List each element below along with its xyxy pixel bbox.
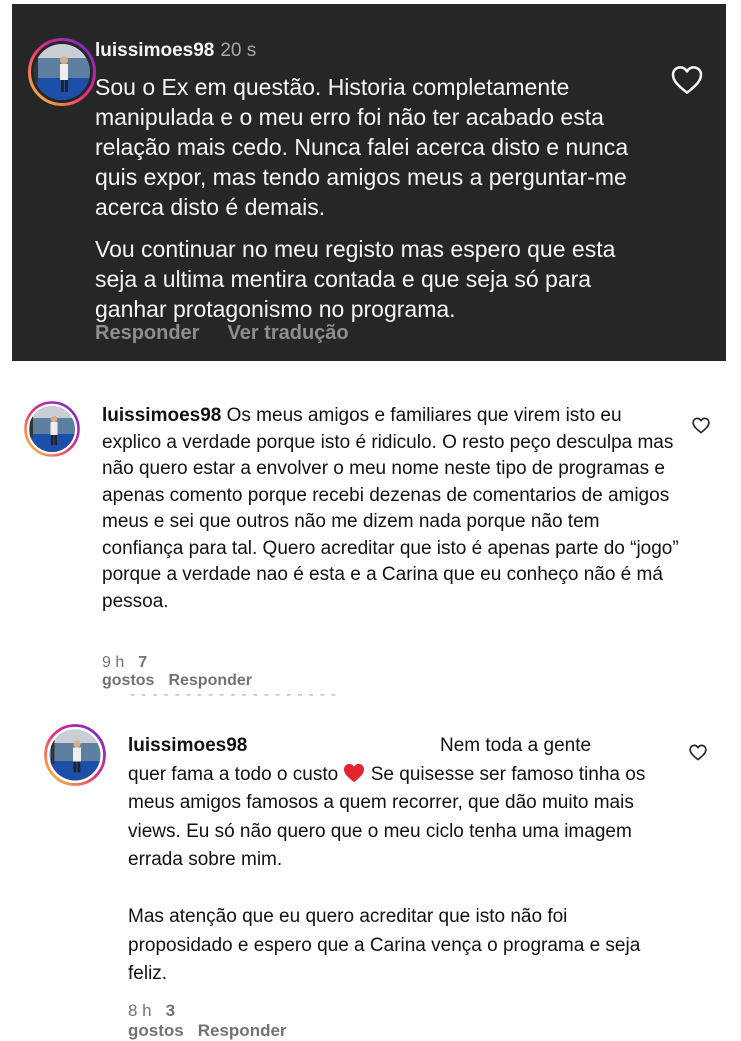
avatar[interactable]	[44, 724, 106, 786]
comment-meta: 9 h7 gostos Responder	[102, 654, 266, 690]
timestamp: 9 h	[102, 654, 125, 671]
see-translation-button[interactable]: Ver tradução	[227, 322, 348, 344]
comment-meta: 8 h3 gostos Responder	[128, 1001, 301, 1041]
username[interactable]: luissimoes98	[102, 405, 221, 426]
comment-text: Sou o Ex em questão. Historia completame…	[95, 72, 655, 336]
comment-actions: Responder Ver tradução	[95, 322, 377, 345]
username[interactable]: luissimoes98	[128, 735, 247, 756]
highlighted-comment: luissimoes98 20 s Sou o Ex em questão. Hi…	[12, 4, 726, 361]
comment-text-segment: quer fama a todo o custo	[128, 763, 339, 785]
heart-emoji-icon	[343, 763, 365, 783]
timestamp: 20 s	[220, 40, 257, 61]
heart-outline-icon[interactable]	[671, 65, 703, 95]
comment-text: quer fama a todo o custo Se quisesse ser…	[128, 761, 673, 875]
reply-button[interactable]: Responder	[168, 672, 252, 689]
comment-paragraph: Sou o Ex em questão. Historia completame…	[95, 74, 629, 220]
heart-outline-icon[interactable]	[689, 744, 707, 761]
comment-body: luissimoes98 Os meus amigos e familiares…	[102, 403, 682, 615]
avatar[interactable]	[28, 38, 96, 106]
cropped-text-remnant: - - - - - - - - - - - - - - - - - - -	[130, 688, 337, 698]
heart-outline-icon[interactable]	[692, 417, 710, 434]
timestamp: 8 h	[128, 1001, 152, 1020]
avatar[interactable]	[24, 401, 80, 457]
comment-text: Os meus amigos e familiares que virem is…	[102, 405, 679, 612]
reply-button[interactable]: Responder	[95, 322, 199, 344]
comment-body: luissimoes98 Nem toda a gente quer fama …	[128, 732, 673, 989]
comment-paragraph: Mas atenção que eu quero acreditar que i…	[128, 906, 641, 984]
comment-header: luissimoes98 20 s	[95, 40, 256, 62]
comment-text: Nem toda a gente	[440, 735, 592, 756]
username[interactable]: luissimoes98	[95, 40, 214, 61]
comment-first-line: luissimoes98 Nem toda a gente	[128, 732, 673, 761]
comment-paragraph: Vou continuar no meu registo mas espero …	[95, 236, 616, 322]
